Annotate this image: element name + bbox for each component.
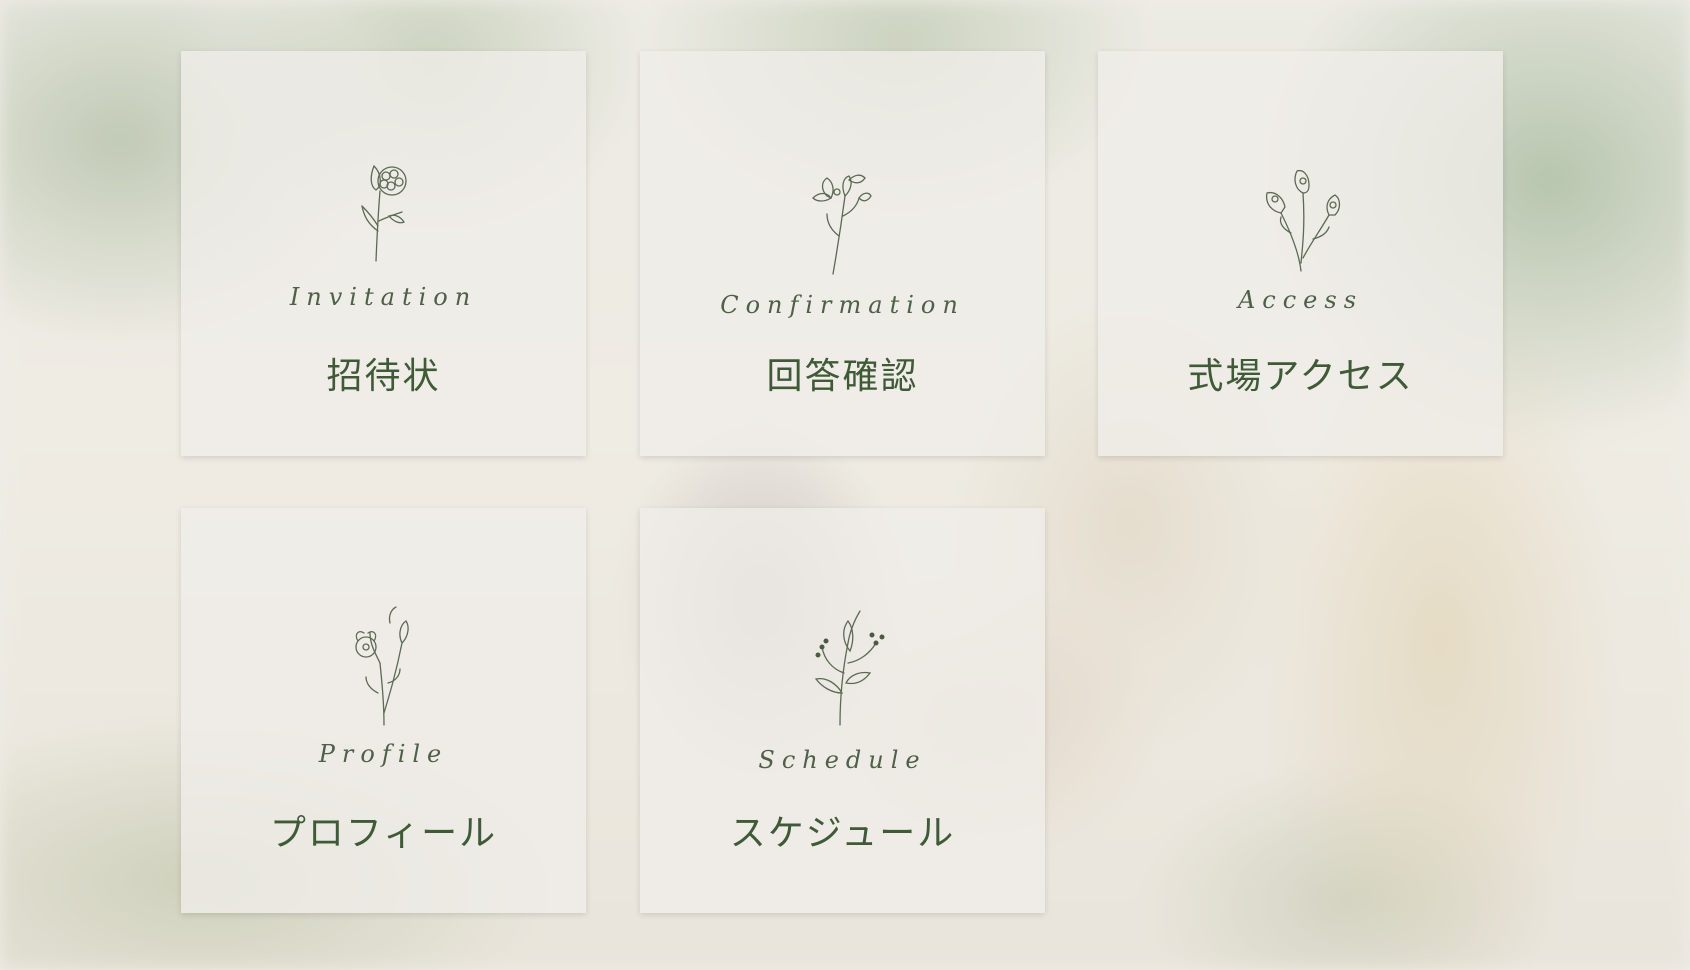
hydrangea-flower-icon — [344, 146, 424, 266]
access-label: 式場アクセス — [1187, 356, 1414, 397]
confirmation-script-title: Confirmation — [720, 291, 965, 319]
schedule-card[interactable]: Schedule スケジュール — [640, 508, 1045, 913]
invitation-label: 招待状 — [326, 356, 441, 397]
profile-script-title: Profile — [318, 740, 449, 768]
access-script-title: Access — [1237, 286, 1364, 314]
anemone-flower-icon — [344, 603, 424, 728]
access-card[interactable]: Access 式場アクセス — [1098, 51, 1503, 456]
invitation-script-title: Invitation — [289, 283, 478, 311]
profile-label: プロフィール — [269, 813, 498, 854]
tulip-bouquet-icon — [1251, 163, 1351, 273]
schedule-script-title: Schedule — [758, 746, 927, 774]
wildflower-icon — [803, 156, 883, 276]
confirmation-label: 回答確認 — [766, 356, 919, 397]
schedule-label: スケジュール — [729, 813, 956, 854]
confirmation-card[interactable]: Confirmation 回答確認 — [640, 51, 1045, 456]
profile-card[interactable]: Profile プロフィール — [181, 508, 586, 913]
invitation-card[interactable]: Invitation 招待状 — [181, 51, 586, 456]
leaf-sprig-icon — [798, 603, 888, 728]
